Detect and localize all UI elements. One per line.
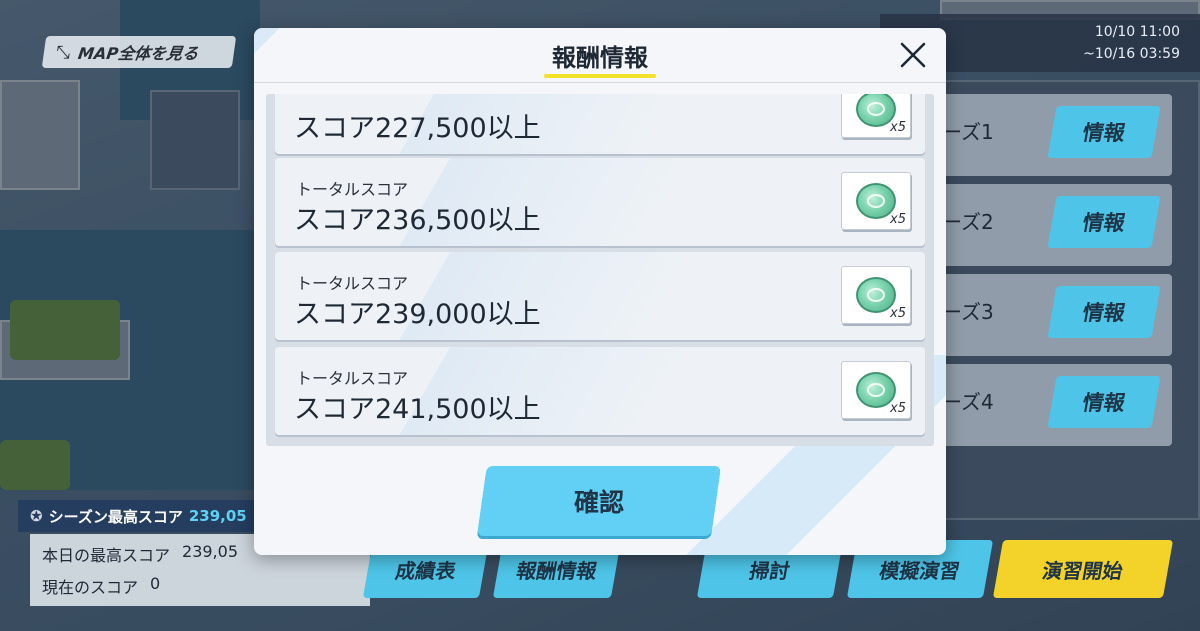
stage-name: ーズ4 [942, 390, 994, 414]
reward-item[interactable]: x5 [841, 361, 911, 419]
reward-category: トータルスコア [296, 274, 409, 293]
stage-row-1: ーズ1 情報 [942, 94, 1172, 176]
reward-threshold: スコア227,500以上 [294, 113, 541, 144]
confirm-button[interactable]: 確認 [477, 466, 721, 536]
reward-quantity: x5 [890, 401, 906, 416]
map-overview-label: MAP全体を見る [76, 44, 200, 63]
stage-info-button[interactable]: 情報 [1047, 286, 1161, 338]
stage-info-button[interactable]: 情報 [1047, 376, 1161, 428]
today-best-value: 239,05 [182, 542, 238, 561]
close-icon [900, 42, 926, 68]
season-best-value: 239,05 [188, 507, 247, 525]
reward-category: トータルスコア [296, 180, 409, 199]
map-overview-button[interactable]: ⤡ MAP全体を見る [41, 36, 237, 68]
reward-row: トータルスコア スコア241,500以上 x5 [275, 347, 925, 435]
stage-name: ーズ3 [942, 300, 994, 324]
reward-quantity: x5 [890, 120, 906, 135]
period-start: 10/10 11:00 [1094, 24, 1180, 40]
collapse-arrows-icon: ⤡ [54, 41, 72, 63]
current-score-value: 0 [150, 574, 161, 593]
reward-quantity: x5 [890, 306, 906, 321]
reward-row: トータルスコア スコア239,000以上 x5 [275, 252, 925, 340]
reward-item[interactable]: x5 [841, 172, 911, 230]
stage-row-4: ーズ4 情報 [942, 364, 1172, 446]
reward-threshold: スコア241,500以上 [294, 394, 541, 425]
reward-threshold: スコア236,500以上 [294, 205, 541, 236]
title-divider [254, 82, 946, 83]
close-button[interactable] [894, 36, 932, 74]
season-best-score: ✪ シーズン最高スコア 239,05 [18, 500, 258, 532]
reward-row: スコア227,500以上 x5 [275, 94, 925, 154]
reward-category: トータルスコア [296, 369, 409, 388]
reward-row: トータルスコア スコア236,500以上 x5 [275, 158, 925, 246]
confirm-label: 確認 [573, 488, 624, 517]
dialog-title: 報酬情報 [552, 44, 648, 72]
reward-list[interactable]: スコア227,500以上 x5 トータルスコア スコア236,500以上 x5 … [266, 94, 934, 446]
stage-info-button[interactable]: 情報 [1047, 196, 1161, 248]
medal-icon: ✪ [30, 507, 43, 525]
stage-name: ーズ2 [942, 210, 994, 234]
stage-row-3: ーズ3 情報 [942, 274, 1172, 356]
reward-quantity: x5 [890, 212, 906, 227]
season-best-label: シーズン最高スコア [48, 507, 183, 526]
reward-threshold: スコア239,000以上 [294, 299, 541, 330]
stage-name: ーズ1 [942, 120, 994, 144]
start-exercise-button[interactable]: 演習開始 [992, 540, 1174, 598]
stage-info-button[interactable]: 情報 [1047, 106, 1161, 158]
current-score-label: 現在のスコア [42, 578, 139, 597]
reward-item[interactable]: x5 [841, 94, 911, 138]
reward-info-dialog: 報酬情報 スコア227,500以上 x5 トータルスコア スコア236,500以… [254, 28, 946, 555]
stage-row-2: ーズ2 情報 [942, 184, 1172, 266]
period-end: ~10/16 03:59 [1083, 46, 1180, 62]
reward-item[interactable]: x5 [841, 266, 911, 324]
today-best-label: 本日の最高スコア [42, 546, 171, 565]
title-underline [544, 74, 656, 78]
